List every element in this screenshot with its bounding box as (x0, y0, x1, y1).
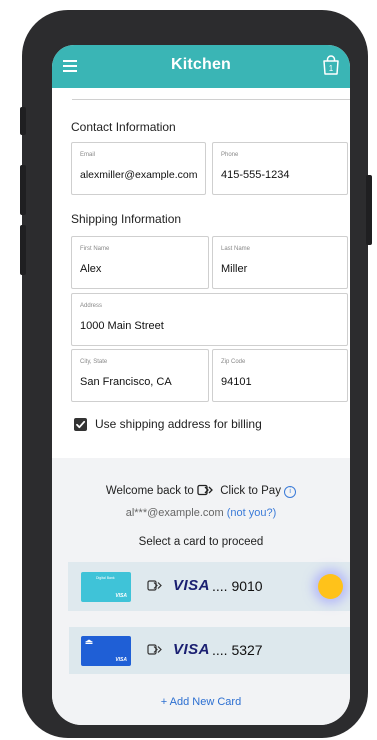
shipping-section-title: Shipping Information (71, 212, 182, 226)
email-value: alexmiller@example.com (80, 169, 198, 181)
power-button (366, 175, 372, 245)
masked-email: al***@example.com (125, 507, 224, 519)
volume-up-button (20, 165, 26, 215)
welcome-text: Welcome back to (105, 485, 194, 497)
email-label: Email (80, 152, 96, 158)
saved-card-visa-9010[interactable]: Digital Bank VISA VISA .... 9010 (69, 563, 350, 610)
card-masked-number: .... 5327 (212, 642, 263, 658)
visa-logo: VISA (173, 577, 211, 594)
select-card-prompt: Select a card to proceed (138, 536, 264, 548)
app-screen: Kitchen 1 Contact Information Email alex… (52, 45, 350, 725)
card-masked-number: .... 9010 (212, 578, 263, 594)
last-name-label: Last Name (221, 246, 251, 252)
volume-down-button (20, 225, 26, 275)
address-label: Address (80, 303, 103, 309)
card-bank-label: Digital Bank (96, 576, 115, 580)
last-name-value: Miller (221, 263, 248, 275)
cart-count-badge: 1 (329, 64, 334, 73)
visa-logo: VISA (173, 641, 211, 658)
zip-code-label: Zip Code (221, 359, 246, 365)
city-state-field[interactable]: City, State San Francisco, CA (71, 349, 209, 402)
card-thumb-network: VISA (115, 593, 127, 599)
click-to-pay-welcome: Welcome back to Click to Pay i (52, 484, 350, 498)
click-to-pay-mini-icon (147, 644, 162, 655)
section-divider (72, 99, 350, 100)
card-thumb-network: VISA (115, 657, 127, 663)
city-state-label: City, State (80, 359, 108, 365)
address-value: 1000 Main Street (80, 320, 164, 332)
shopping-bag-icon[interactable]: 1 (322, 55, 340, 75)
city-state-value: San Francisco, CA (80, 376, 172, 388)
card-thumbnail: VISA (81, 636, 131, 666)
contact-section-title: Contact Information (71, 120, 176, 134)
phone-label: Phone (221, 152, 239, 158)
click-to-pay-brand: Click to Pay (220, 485, 281, 497)
checkmark-icon (76, 420, 86, 429)
click-to-pay-logo-icon (197, 484, 213, 496)
info-icon[interactable]: i (284, 486, 297, 498)
address-field[interactable]: Address 1000 Main Street (71, 293, 348, 346)
billing-checkbox-label[interactable]: Use shipping address for billing (95, 417, 262, 431)
first-name-field[interactable]: First Name Alex (71, 236, 209, 289)
last-name-field[interactable]: Last Name Miller (212, 236, 348, 289)
email-field[interactable]: Email alexmiller@example.com (71, 142, 206, 195)
saved-card-visa-5327[interactable]: VISA VISA .... 5327 (69, 627, 350, 674)
first-name-value: Alex (80, 263, 102, 275)
page-title: Kitchen (170, 56, 232, 73)
zip-code-field[interactable]: Zip Code 94101 (212, 349, 348, 402)
add-new-card-link[interactable]: + Add New Card (52, 696, 350, 708)
zip-code-value: 94101 (221, 376, 252, 388)
not-you-link[interactable]: (not you?) (227, 507, 277, 519)
billing-checkbox[interactable] (74, 418, 87, 431)
click-to-pay-mini-icon (147, 580, 162, 591)
card-thumbnail: Digital Bank VISA (81, 572, 131, 602)
mute-switch (20, 107, 26, 135)
app-header: Kitchen 1 (52, 45, 350, 88)
bank-logo-icon (85, 639, 93, 644)
first-name-label: First Name (80, 246, 110, 252)
masked-email-row: al***@example.com (not you?) (52, 507, 350, 519)
card-selection-indicator[interactable] (318, 574, 343, 599)
phone-value: 415-555-1234 (221, 169, 290, 181)
phone-field[interactable]: Phone 415-555-1234 (212, 142, 348, 195)
